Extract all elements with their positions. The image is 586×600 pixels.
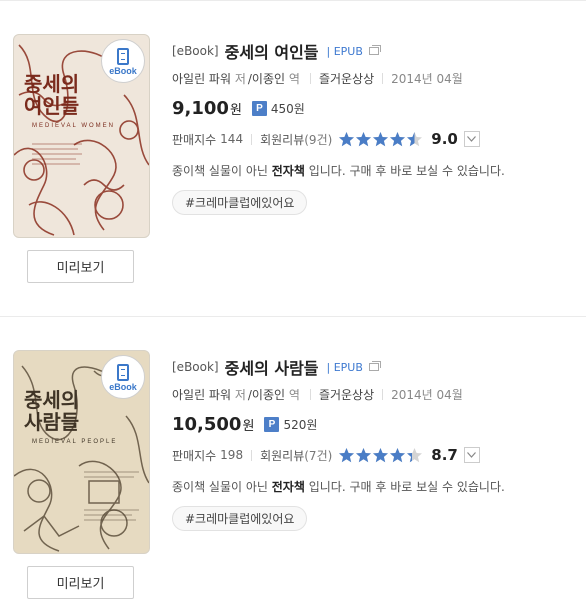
publisher-link[interactable]: 즐거운상상 xyxy=(319,386,374,403)
chevron-down-icon xyxy=(467,452,477,458)
rating-score: 8.7 xyxy=(431,446,458,464)
category-label: [eBook] xyxy=(172,44,219,58)
format-label: | EPUB xyxy=(326,360,363,374)
author-role: 저 xyxy=(234,71,246,86)
ebook-notice: 종이책 실물이 아닌 전자책 입니다. 구매 후 바로 보실 수 있습니다. xyxy=(172,480,505,494)
points-value: 450원 xyxy=(270,101,305,116)
category-label: [eBook] xyxy=(172,360,219,374)
ebook-notice: 종이책 실물이 아닌 전자책 입니다. 구매 후 바로 보실 수 있습니다. xyxy=(172,164,505,178)
format-label: | EPUB xyxy=(326,44,363,58)
price-currency: 원 xyxy=(242,418,255,434)
separator xyxy=(251,449,253,461)
ebook-badge: eBook xyxy=(101,39,145,83)
book-title-link[interactable]: 중세의 사람들 xyxy=(225,355,319,379)
price-row: 10,500 원 P 520원 xyxy=(172,412,586,436)
book-cover[interactable]: 중세의 여인들 MEDIEVAL WOMEN eBook xyxy=(13,34,150,238)
separator xyxy=(309,72,311,84)
sales-index-label: 판매지수 xyxy=(172,448,217,463)
new-window-icon[interactable] xyxy=(368,45,381,55)
book-title-link[interactable]: 중세의 여인들 xyxy=(225,39,319,63)
cover-title: 중세의 여인들 xyxy=(24,72,80,118)
star-icon xyxy=(339,448,355,463)
product-info: [eBook] 중세의 사람들 | EPUB 아일린 파워 저 /이종인 역 즐… xyxy=(172,356,586,531)
translator-link[interactable]: /이종인 xyxy=(248,70,285,87)
star-icon xyxy=(356,448,372,463)
price-value: 9,100 xyxy=(172,97,229,119)
title-row: [eBook] 중세의 사람들 | EPUB xyxy=(172,356,586,378)
preview-button[interactable]: 미리보기 xyxy=(27,250,134,283)
sales-index-value: 198 xyxy=(220,448,244,462)
author-role: 저 xyxy=(234,387,246,402)
star-icon xyxy=(390,132,406,147)
price-value: 10,500 xyxy=(172,413,242,435)
separator xyxy=(309,388,311,400)
star-rating xyxy=(338,447,423,463)
star-icon xyxy=(356,132,372,147)
product-item: 중세의 사람들 MEDIEVAL PEOPLE eBook 미리보기 [eBoo… xyxy=(0,316,586,600)
review-link[interactable]: 회원리뷰(7건) xyxy=(260,447,332,464)
publish-date: 2014년 04월 xyxy=(391,71,463,86)
author-link[interactable]: 아일린 파워 xyxy=(172,386,231,403)
crema-club-tag[interactable]: #크레마클럽에있어요 xyxy=(172,506,308,531)
title-row: [eBook] 중세의 여인들 | EPUB xyxy=(172,40,586,62)
meta-row: 아일린 파워 저 /이종인 역 즐거운상상 2014년 04월 xyxy=(172,384,586,404)
ebook-badge: eBook xyxy=(101,355,145,399)
ebook-device-icon xyxy=(117,48,129,65)
sales-index-value: 144 xyxy=(220,132,244,146)
rating-score: 9.0 xyxy=(431,130,458,148)
book-cover[interactable]: 중세의 사람들 MEDIEVAL PEOPLE eBook xyxy=(13,350,150,554)
stats-row: 판매지수 144 회원리뷰(9건) 9.0 xyxy=(172,128,586,150)
price-currency: 원 xyxy=(229,102,242,118)
translator-link[interactable]: /이종인 xyxy=(248,386,285,403)
translator-role: 역 xyxy=(288,71,300,86)
separator xyxy=(382,388,384,400)
star-icon xyxy=(339,132,355,147)
chevron-down-icon xyxy=(467,136,477,142)
crema-club-tag[interactable]: #크레마클럽에있어요 xyxy=(172,190,308,215)
product-info: [eBook] 중세의 여인들 | EPUB 아일린 파워 저 /이종인 역 즐… xyxy=(172,40,586,215)
cover-subtitle: MEDIEVAL WOMEN xyxy=(32,123,116,129)
ebook-device-icon xyxy=(117,364,129,381)
rating-dropdown-button[interactable] xyxy=(463,447,480,463)
new-window-icon[interactable] xyxy=(368,361,381,371)
star-icon xyxy=(407,448,423,463)
star-rating xyxy=(338,131,423,147)
points-value: 520원 xyxy=(283,417,318,432)
star-icon xyxy=(407,132,423,147)
product-item: 중세의 여인들 MEDIEVAL WOMEN eBook 미리보기 [eBook… xyxy=(0,0,586,300)
separator xyxy=(251,133,253,145)
star-icon xyxy=(373,132,389,147)
translator-role: 역 xyxy=(288,387,300,402)
point-icon: P xyxy=(251,100,267,116)
price-row: 9,100 원 P 450원 xyxy=(172,96,586,120)
rating-dropdown-button[interactable] xyxy=(463,131,480,147)
stats-row: 판매지수 198 회원리뷰(7건) 8.7 xyxy=(172,444,586,466)
cover-subtitle: MEDIEVAL PEOPLE xyxy=(32,439,118,445)
separator xyxy=(382,72,384,84)
star-icon xyxy=(373,448,389,463)
sales-index-label: 판매지수 xyxy=(172,132,217,147)
star-icon xyxy=(390,448,406,463)
review-link[interactable]: 회원리뷰(9건) xyxy=(260,131,332,148)
point-icon: P xyxy=(264,416,280,432)
publisher-link[interactable]: 즐거운상상 xyxy=(319,70,374,87)
preview-button[interactable]: 미리보기 xyxy=(27,566,134,599)
meta-row: 아일린 파워 저 /이종인 역 즐거운상상 2014년 04월 xyxy=(172,68,586,88)
cover-title: 중세의 사람들 xyxy=(24,388,80,434)
author-link[interactable]: 아일린 파워 xyxy=(172,70,231,87)
publish-date: 2014년 04월 xyxy=(391,387,463,402)
